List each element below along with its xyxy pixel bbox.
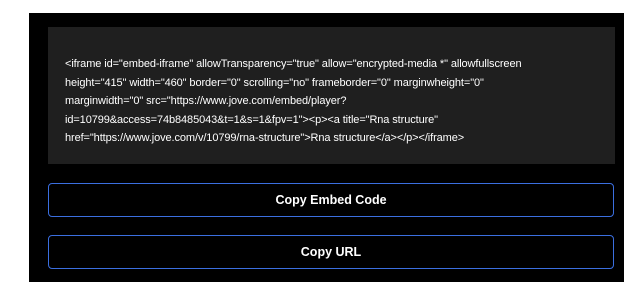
copy-embed-code-label: Copy Embed Code (275, 193, 387, 207)
copy-url-button[interactable]: Copy URL (48, 235, 614, 269)
copy-embed-code-button[interactable]: Copy Embed Code (48, 183, 614, 217)
embed-panel: <iframe id="embed-iframe" allowTranspare… (29, 13, 624, 282)
embed-code-line: height="415" width="460" border="0" scro… (65, 76, 484, 89)
embed-code-box[interactable]: <iframe id="embed-iframe" allowTranspare… (48, 27, 615, 164)
embed-code-line: marginwidth="0" src="https://www.jove.co… (65, 95, 347, 107)
embed-code-line: href="https://www.jove.com/v/10799/rna-s… (65, 132, 465, 144)
embed-code-line: <iframe id="embed-iframe" allowTranspare… (65, 58, 522, 70)
embed-code-line: id=10799&access=74b8485043&t=1&s=1&fpv=1… (65, 113, 438, 126)
copy-url-label: Copy URL (300, 245, 362, 259)
